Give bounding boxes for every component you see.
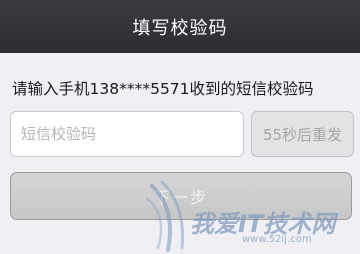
page-title: 填写校验码 bbox=[132, 17, 228, 39]
next-step-button[interactable]: 下一步 bbox=[10, 172, 352, 220]
navigation-bar: 填写校验码 bbox=[0, 0, 360, 53]
verification-code-input[interactable] bbox=[10, 111, 244, 157]
verification-hint: 请输入手机138****5571收到的短信校验码 bbox=[12, 80, 314, 98]
resend-code-button[interactable]: 55秒后重发 bbox=[251, 111, 354, 157]
watermark-url: www.52ij.com bbox=[242, 234, 312, 245]
